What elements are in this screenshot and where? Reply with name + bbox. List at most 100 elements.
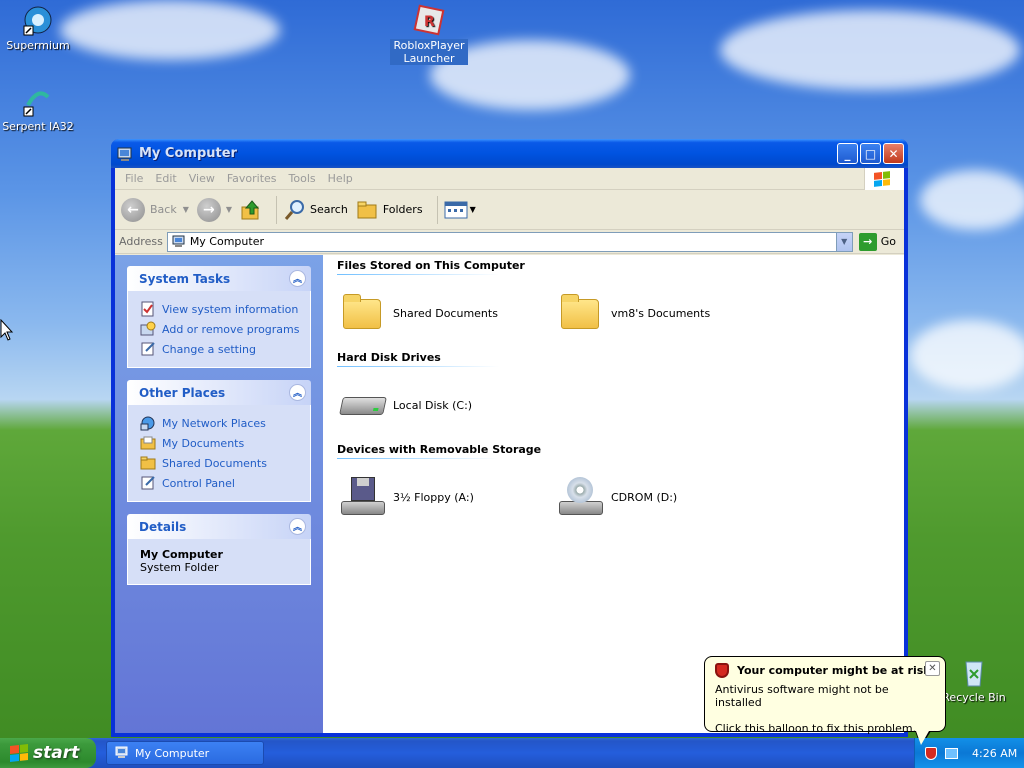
group-header-files: Files Stored on This Computer — [337, 259, 607, 275]
back-dropdown-icon[interactable]: ▼ — [183, 205, 189, 214]
collapse-chevron-icon[interactable]: ︽ — [289, 270, 306, 287]
item-shared-documents[interactable]: Shared Documents — [341, 293, 559, 333]
toolbar-separator — [276, 195, 278, 224]
forward-button[interactable]: → ▼ — [196, 197, 232, 222]
go-arrow-icon: → — [858, 232, 877, 251]
floppy-drive-icon — [341, 477, 385, 517]
address-value: My Computer — [189, 235, 264, 248]
desktop-icon-supermium[interactable]: Supermium — [0, 4, 76, 52]
cloud — [910, 320, 1024, 390]
svg-text:R: R — [424, 14, 435, 30]
address-dropdown-icon[interactable]: ▼ — [835, 232, 852, 251]
folder-icon — [559, 293, 603, 333]
shared-documents-icon — [140, 456, 156, 470]
toolbar: ← Back ▼ → ▼ Search Folders ▼ — [115, 190, 904, 230]
cdrom-drive-icon — [559, 477, 603, 517]
desktop-icon-recycle-bin[interactable]: Recycle Bin — [936, 656, 1012, 704]
my-computer-icon — [117, 147, 132, 161]
minimize-button[interactable]: _ — [837, 143, 858, 164]
address-bar: Address My Computer ▼ → Go — [115, 230, 904, 254]
collapse-chevron-icon[interactable]: ︽ — [289, 384, 306, 401]
menu-file[interactable]: File — [119, 172, 149, 185]
address-field[interactable]: My Computer ▼ — [166, 231, 853, 252]
other-places-header[interactable]: Other Places ︽ — [127, 380, 311, 405]
task-add-remove-programs[interactable]: Add or remove programs — [140, 319, 300, 339]
details-type: System Folder — [140, 561, 219, 574]
menu-bar: File Edit View Favorites Tools Help — [115, 168, 904, 190]
security-center-icon[interactable] — [925, 746, 937, 760]
system-tasks-header[interactable]: System Tasks ︽ — [127, 266, 311, 291]
balloon-line1: Antivirus software might not be installe… — [715, 683, 889, 709]
forward-dropdown-icon[interactable]: ▼ — [226, 205, 232, 214]
balloon-close-button[interactable]: ✕ — [925, 661, 940, 676]
menu-view[interactable]: View — [183, 172, 221, 185]
group-header-hard-disks: Hard Disk Drives — [337, 351, 607, 367]
toolbar-separator — [436, 195, 438, 224]
security-alert-balloon[interactable]: Your computer might be at risk ✕ Antivir… — [704, 656, 946, 747]
control-panel-icon — [141, 476, 155, 490]
menu-help[interactable]: Help — [322, 172, 359, 185]
recycle-bin-icon — [958, 656, 990, 688]
details-name: My Computer — [140, 548, 223, 561]
mouse-cursor-icon — [0, 319, 14, 341]
views-dropdown-icon: ▼ — [469, 205, 476, 214]
place-my-documents[interactable]: My Documents — [140, 433, 300, 453]
back-button[interactable]: ← Back ▼ — [121, 197, 189, 222]
system-tasks-panel: System Tasks ︽ View system information A… — [127, 266, 311, 368]
taskbar: start My Computer 4:26 AM — [0, 738, 1024, 768]
place-control-panel[interactable]: Control Panel — [140, 473, 300, 493]
collapse-chevron-icon[interactable]: ︽ — [289, 518, 306, 535]
menu-tools[interactable]: Tools — [283, 172, 322, 185]
my-computer-small-icon — [115, 746, 128, 758]
folder-up-icon — [241, 199, 260, 219]
control-panel-icon — [141, 342, 155, 356]
windows-flag-icon — [10, 744, 28, 762]
windows-logo-icon — [864, 168, 904, 190]
network-icon[interactable] — [945, 747, 958, 759]
security-shield-icon — [715, 663, 729, 678]
go-button[interactable]: → Go — [858, 232, 896, 251]
start-button[interactable]: start — [0, 738, 96, 768]
desktop-icon-roblox[interactable]: R RobloxPlayerLauncher — [390, 4, 468, 65]
item-local-disk-c[interactable]: Local Disk (C:) — [339, 385, 559, 425]
supermium-icon — [22, 4, 54, 36]
roblox-icon: R — [413, 4, 445, 36]
taskbar-button-my-computer[interactable]: My Computer — [106, 741, 264, 765]
search-button[interactable]: Search — [283, 198, 348, 222]
my-documents-icon — [140, 436, 156, 450]
close-button[interactable]: ✕ — [883, 143, 904, 164]
details-panel: Details ︽ My Computer System Folder — [127, 514, 311, 585]
serpent-icon — [22, 85, 54, 117]
item-vm8-documents[interactable]: vm8's Documents — [559, 293, 777, 333]
item-cdrom-d[interactable]: CDROM (D:) — [559, 477, 777, 517]
views-button[interactable]: ▼ — [444, 201, 476, 219]
group-header-removable: Devices with Removable Storage — [337, 443, 607, 459]
balloon-title: Your computer might be at risk — [737, 664, 931, 677]
menu-edit[interactable]: Edit — [149, 172, 182, 185]
task-view-system-information[interactable]: View system information — [140, 299, 300, 319]
item-floppy-a[interactable]: 3½ Floppy (A:) — [341, 477, 559, 517]
task-pane: System Tasks ︽ View system information A… — [115, 255, 323, 733]
up-button[interactable] — [240, 199, 262, 221]
cloud — [920, 170, 1024, 230]
clock[interactable]: 4:26 AM — [972, 747, 1017, 760]
cloud — [720, 10, 1020, 90]
forward-arrow-icon: → — [196, 197, 221, 222]
desktop-icon-serpent[interactable]: Serpent IA32 — [0, 85, 76, 133]
search-icon — [284, 199, 305, 220]
back-arrow-icon: ← — [121, 197, 145, 222]
details-header[interactable]: Details ︽ — [127, 514, 311, 539]
network-places-icon — [140, 416, 155, 431]
balloon-line2: Click this balloon to fix this problem. — [715, 722, 917, 735]
views-icon — [444, 201, 468, 218]
other-places-panel: Other Places ︽ My Network Places My Docu… — [127, 380, 311, 502]
title-bar[interactable]: My Computer _ □ ✕ — [111, 139, 908, 168]
menu-favorites[interactable]: Favorites — [221, 172, 283, 185]
place-my-network-places[interactable]: My Network Places — [140, 413, 300, 433]
task-change-setting[interactable]: Change a setting — [140, 339, 300, 359]
place-shared-documents[interactable]: Shared Documents — [140, 453, 300, 473]
add-remove-programs-icon — [140, 321, 156, 336]
folders-button[interactable]: Folders — [356, 199, 423, 221]
maximize-button[interactable]: □ — [860, 143, 881, 164]
my-computer-small-icon — [172, 235, 185, 247]
